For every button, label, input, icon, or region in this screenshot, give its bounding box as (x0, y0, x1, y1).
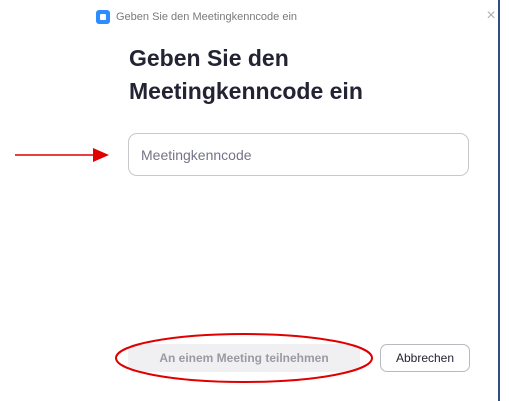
red-arrow-icon (15, 148, 109, 162)
heading-line-1: Geben Sie den (129, 45, 289, 71)
dialog-heading: Geben Sie den Meetingkenncode ein (129, 42, 459, 108)
passcode-input[interactable] (128, 133, 469, 176)
passcode-dialog: Geben Sie den Meetingkenncode ein × Gebe… (0, 0, 509, 401)
close-icon[interactable]: × (483, 8, 499, 24)
titlebar: Geben Sie den Meetingkenncode ein (96, 9, 496, 27)
cancel-button[interactable]: Abbrechen (380, 344, 470, 372)
window-title: Geben Sie den Meetingkenncode ein (116, 11, 298, 23)
zoom-app-icon (96, 10, 110, 24)
window-edge-divider (498, 0, 500, 401)
heading-line-2: Meetingkenncode ein (129, 78, 363, 104)
join-meeting-button[interactable]: An einem Meeting teilnehmen (128, 344, 360, 372)
